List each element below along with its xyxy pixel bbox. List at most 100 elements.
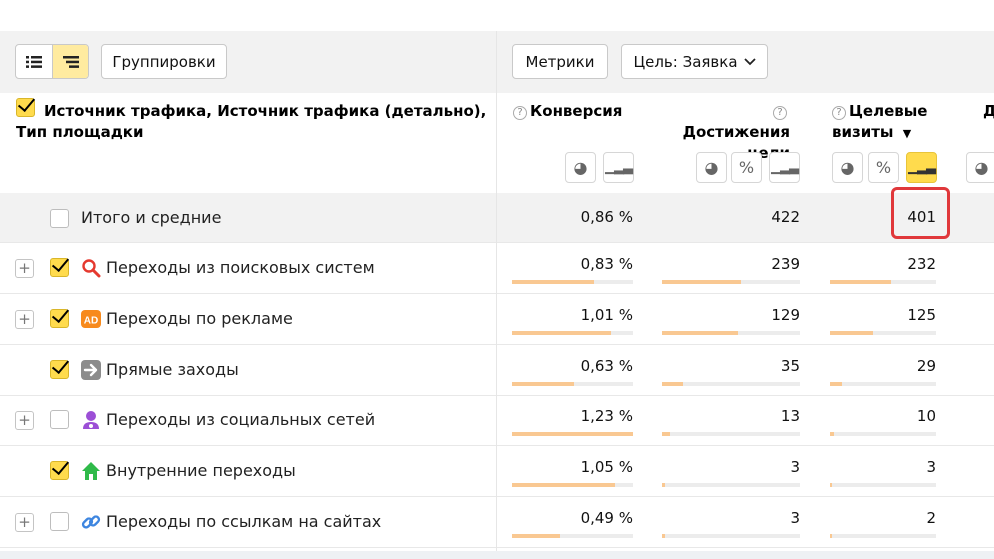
expand-button[interactable]: + [15, 310, 34, 329]
chevron-down-icon [743, 57, 756, 65]
row-conversion: 0,83 % [580, 255, 633, 273]
social-user-icon [81, 410, 101, 430]
row-checkbox[interactable] [50, 360, 69, 379]
groupings-button[interactable]: Группировки [101, 44, 227, 79]
share-bar [662, 382, 800, 386]
bar-chart-icon: ▁▂▃ [771, 160, 799, 175]
pie-chart-icon: ◕ [974, 158, 989, 177]
sort-desc-icon[interactable]: ▼ [903, 127, 911, 140]
tree-view-button[interactable] [52, 45, 88, 78]
top-strip [0, 0, 994, 31]
table-row: Внутренние переходы 1,05 % 3 3 [0, 446, 994, 497]
total-checkbox[interactable] [50, 209, 69, 228]
pie-chart-button[interactable]: ◕ [696, 152, 727, 183]
share-bar-fill [662, 534, 665, 538]
row-label: Переходы из социальных сетей [106, 410, 376, 429]
row-checkbox[interactable] [50, 512, 69, 531]
share-bar-fill [662, 382, 683, 386]
bar-chart-button[interactable]: ▁▂▃ [906, 152, 937, 183]
share-bar [662, 534, 800, 538]
dimension-title: Источник трафика, Источник трафика (дета… [16, 101, 496, 143]
pie-chart-button[interactable]: ◕ [565, 152, 596, 183]
share-bar [662, 432, 800, 436]
help-icon[interactable]: ? [773, 106, 787, 120]
share-bar [512, 331, 633, 335]
share-bar-fill [662, 483, 665, 487]
share-bar-fill [830, 534, 832, 538]
table-row: + Переходы из социальных сетей 1,23 % 13 10 [0, 395, 994, 446]
link-icon [81, 512, 101, 532]
share-bar [662, 331, 800, 335]
share-bar [512, 432, 633, 436]
row-conversion: 0,63 % [580, 357, 633, 375]
highlight-box [891, 187, 950, 239]
row-conversion: 1,01 % [580, 306, 633, 324]
pie-chart-icon: ◕ [704, 158, 719, 177]
bar-chart-button[interactable]: ▁▂▃ [769, 152, 800, 183]
share-bar-fill [830, 382, 842, 386]
column-next-label: Д [983, 102, 994, 120]
column-conversion-label: Конверсия [530, 102, 623, 120]
row-target-visits: 10 [916, 407, 936, 425]
bottom-strip [0, 551, 994, 559]
expand-button[interactable]: + [15, 411, 34, 430]
share-bar [830, 382, 936, 386]
share-bar-fill [512, 280, 594, 284]
bar-chart-icon: ▁▂▃ [908, 160, 936, 175]
row-label: Прямые заходы [106, 360, 239, 379]
row-conversion: 1,23 % [580, 407, 633, 425]
column-conversion[interactable]: ? Конверсия [513, 101, 622, 122]
help-icon[interactable]: ? [832, 106, 846, 120]
column-next[interactable]: Д [983, 101, 994, 122]
arrow-right-icon [81, 360, 101, 380]
share-bar-fill [512, 382, 574, 386]
row-achievements: 129 [771, 306, 800, 324]
row-target-visits: 2 [926, 509, 936, 527]
view-toggle [15, 44, 89, 79]
help-icon[interactable]: ? [513, 106, 527, 120]
share-bar-fill [662, 280, 741, 284]
search-icon [81, 258, 101, 278]
row-conversion: 0,49 % [580, 509, 633, 527]
share-bar-fill [662, 331, 738, 335]
percent-button[interactable]: % [731, 152, 762, 183]
goal-select-label: Цель: Заявка [633, 52, 738, 71]
share-bar [512, 483, 633, 487]
goal-select[interactable]: Цель: Заявка [621, 44, 768, 79]
share-bar-fill [830, 483, 832, 487]
row-conversion: 1,05 % [580, 458, 633, 476]
row-achievements: 239 [771, 255, 800, 273]
svg-text:AD: AD [84, 316, 98, 327]
ad-icon: AD [81, 309, 101, 329]
metrics-button[interactable]: Метрики [512, 44, 608, 79]
row-label: Переходы из поисковых систем [106, 258, 375, 277]
row-checkbox[interactable] [50, 309, 69, 328]
row-achievements: 3 [790, 509, 800, 527]
bar-chart-button[interactable]: ▁▂▃ [603, 152, 634, 183]
column-divider [496, 31, 497, 551]
table-row: + Переходы из поисковых систем 0,83 % 239 23… [0, 243, 994, 294]
row-checkbox[interactable] [50, 461, 69, 480]
share-bar [830, 483, 936, 487]
dimension-title-text: Источник трафика, Источник трафика (дета… [16, 102, 487, 141]
row-checkbox[interactable] [50, 258, 69, 277]
list-icon [26, 55, 42, 68]
share-bar-fill [512, 331, 611, 335]
total-achievements: 422 [771, 208, 800, 226]
share-bar-fill [830, 331, 873, 335]
total-label: Итого и средние [81, 208, 222, 227]
share-bar-fill [830, 280, 891, 284]
pie-chart-button[interactable]: ◕ [832, 152, 863, 183]
bar-chart-icon: ▁▂▃ [605, 160, 633, 175]
column-target-visits[interactable]: ? Целевые визиты ▼ [832, 101, 942, 144]
share-bar [512, 280, 633, 284]
row-target-visits: 125 [907, 306, 936, 324]
total-row: Итого и средние 0,86 % 422 401 [0, 193, 994, 243]
list-view-button[interactable] [16, 45, 52, 78]
row-checkbox[interactable] [50, 410, 69, 429]
percent-button[interactable]: % [868, 152, 899, 183]
expand-button[interactable]: + [15, 259, 34, 278]
row-target-visits: 232 [907, 255, 936, 273]
pie-chart-button[interactable]: ◕ [966, 152, 994, 183]
expand-button[interactable]: + [15, 513, 34, 532]
